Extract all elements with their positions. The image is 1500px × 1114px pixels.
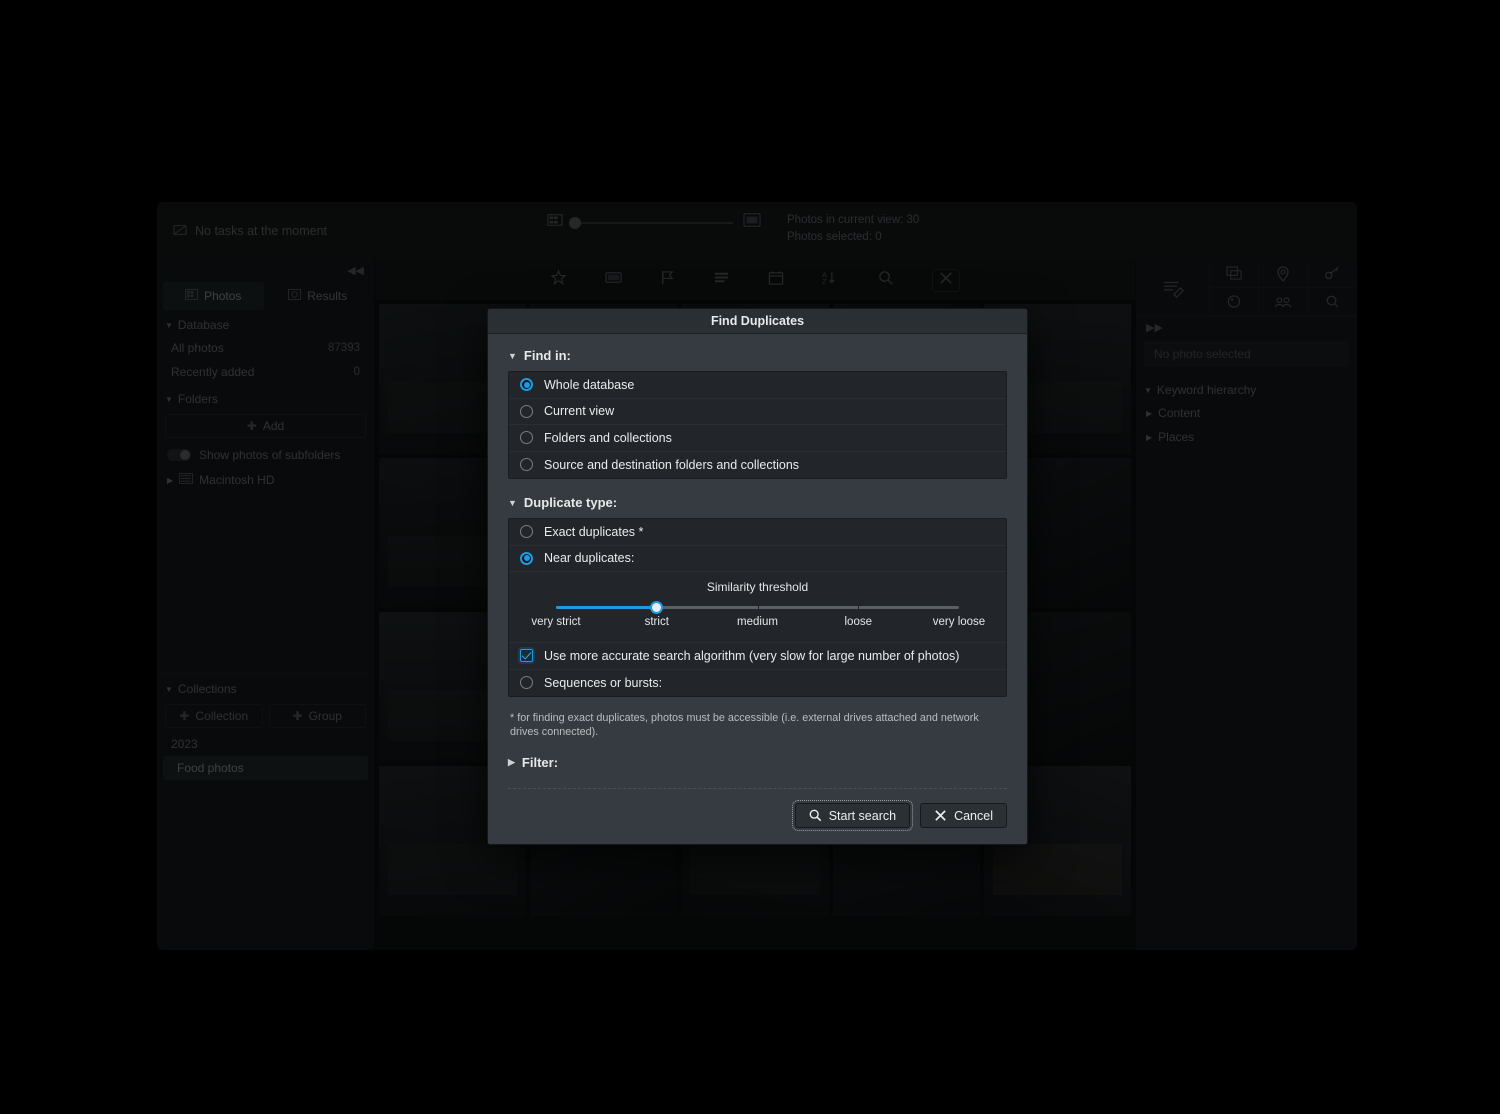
filter-group-header[interactable]: ▶ Filter: [508,755,1007,770]
option-exact-duplicates-label: Exact duplicates * [544,524,644,539]
close-x-icon [934,809,947,822]
dialog-title: Find Duplicates [710,314,805,328]
radio-whole-database[interactable] [520,378,533,392]
slider-tick [858,604,860,611]
radio-folders-and-collections[interactable] [520,431,533,445]
radio-exact-duplicates[interactable] [520,525,533,539]
dialog-body: ▼ Find in: Whole database Current view F… [488,334,1027,789]
option-source-and-destination-label: Source and destination folders and colle… [544,457,800,472]
slider-fill [556,606,657,609]
find-in-options: Whole database Current view Folders and … [508,371,1007,479]
find-duplicates-dialog: Find Duplicates ▼ Find in: Whole databas… [487,308,1028,845]
dialog-footer: Start search Cancel [488,789,1027,844]
similarity-threshold-block: Similarity threshold very strict strict … [509,572,1006,643]
slider-knob[interactable] [650,601,664,614]
find-in-title: Find in: [523,348,571,363]
option-exact-duplicates[interactable]: Exact duplicates * [509,519,1006,546]
slider-tick-labels: very strict strict medium loose very loo… [531,616,985,632]
option-whole-database-label: Whole database [544,377,635,392]
option-sequences-or-bursts[interactable]: Sequences or bursts: [509,670,1006,697]
start-search-button[interactable]: Start search [791,800,914,831]
option-current-view[interactable]: Current view [509,399,1006,425]
option-folders-and-collections-label: Folders and collections [544,430,672,445]
slider-label-strict: strict [644,616,669,628]
option-near-duplicates[interactable]: Near duplicates: [509,546,1006,572]
checkbox-accurate-algorithm[interactable] [520,649,533,663]
radio-sequences-or-bursts[interactable] [520,676,533,690]
option-sequences-or-bursts-label: Sequences or bursts: [544,675,663,690]
slider-label-loose: loose [844,616,873,628]
radio-source-and-destination[interactable] [520,458,533,472]
cancel-button[interactable]: Cancel [920,803,1007,828]
filter-title: Filter: [521,755,559,770]
radio-near-duplicates[interactable] [520,551,533,565]
start-search-label: Start search [828,808,897,823]
duplicate-type-options: Exact duplicates * Near duplicates: Simi… [508,518,1007,697]
slider-label-very-loose: very loose [932,616,986,628]
slider-label-very-strict: very strict [531,616,581,628]
option-near-duplicates-label: Near duplicates: [544,551,635,566]
duplicate-type-group-header[interactable]: ▼ Duplicate type: [508,495,1007,510]
modal-overlay: Find Duplicates ▼ Find in: Whole databas… [0,0,1500,1114]
similarity-threshold-slider[interactable]: very strict strict medium loose very loo… [531,601,985,632]
option-current-view-label: Current view [544,404,615,419]
similarity-threshold-title: Similarity threshold [706,580,809,594]
dialog-title-bar: Find Duplicates [488,309,1027,334]
option-folders-and-collections[interactable]: Folders and collections [509,425,1006,452]
cancel-label: Cancel [954,808,993,823]
search-icon [809,809,822,822]
option-whole-database[interactable]: Whole database [509,372,1006,399]
slider-label-medium: medium [737,616,778,628]
option-accurate-algorithm[interactable]: Use more accurate search algorithm (very… [509,643,1006,670]
radio-current-view[interactable] [520,404,533,418]
chevron-right-icon[interactable]: ▶ [508,757,515,768]
screen: No tasks at the moment Photos in current… [0,0,1500,1114]
duplicate-type-title: Duplicate type: [523,495,618,510]
option-accurate-algorithm-label: Use more accurate search algorithm (very… [544,648,960,663]
dialog-footnote: * for finding exact duplicates, photos m… [510,712,979,738]
slider-tick [757,604,759,611]
option-source-and-destination[interactable]: Source and destination folders and colle… [509,452,1006,479]
chevron-down-icon[interactable]: ▼ [508,498,517,508]
slider-rail[interactable] [556,601,959,614]
find-in-group-header[interactable]: ▼ Find in: [508,348,1007,363]
chevron-down-icon[interactable]: ▼ [508,351,517,361]
